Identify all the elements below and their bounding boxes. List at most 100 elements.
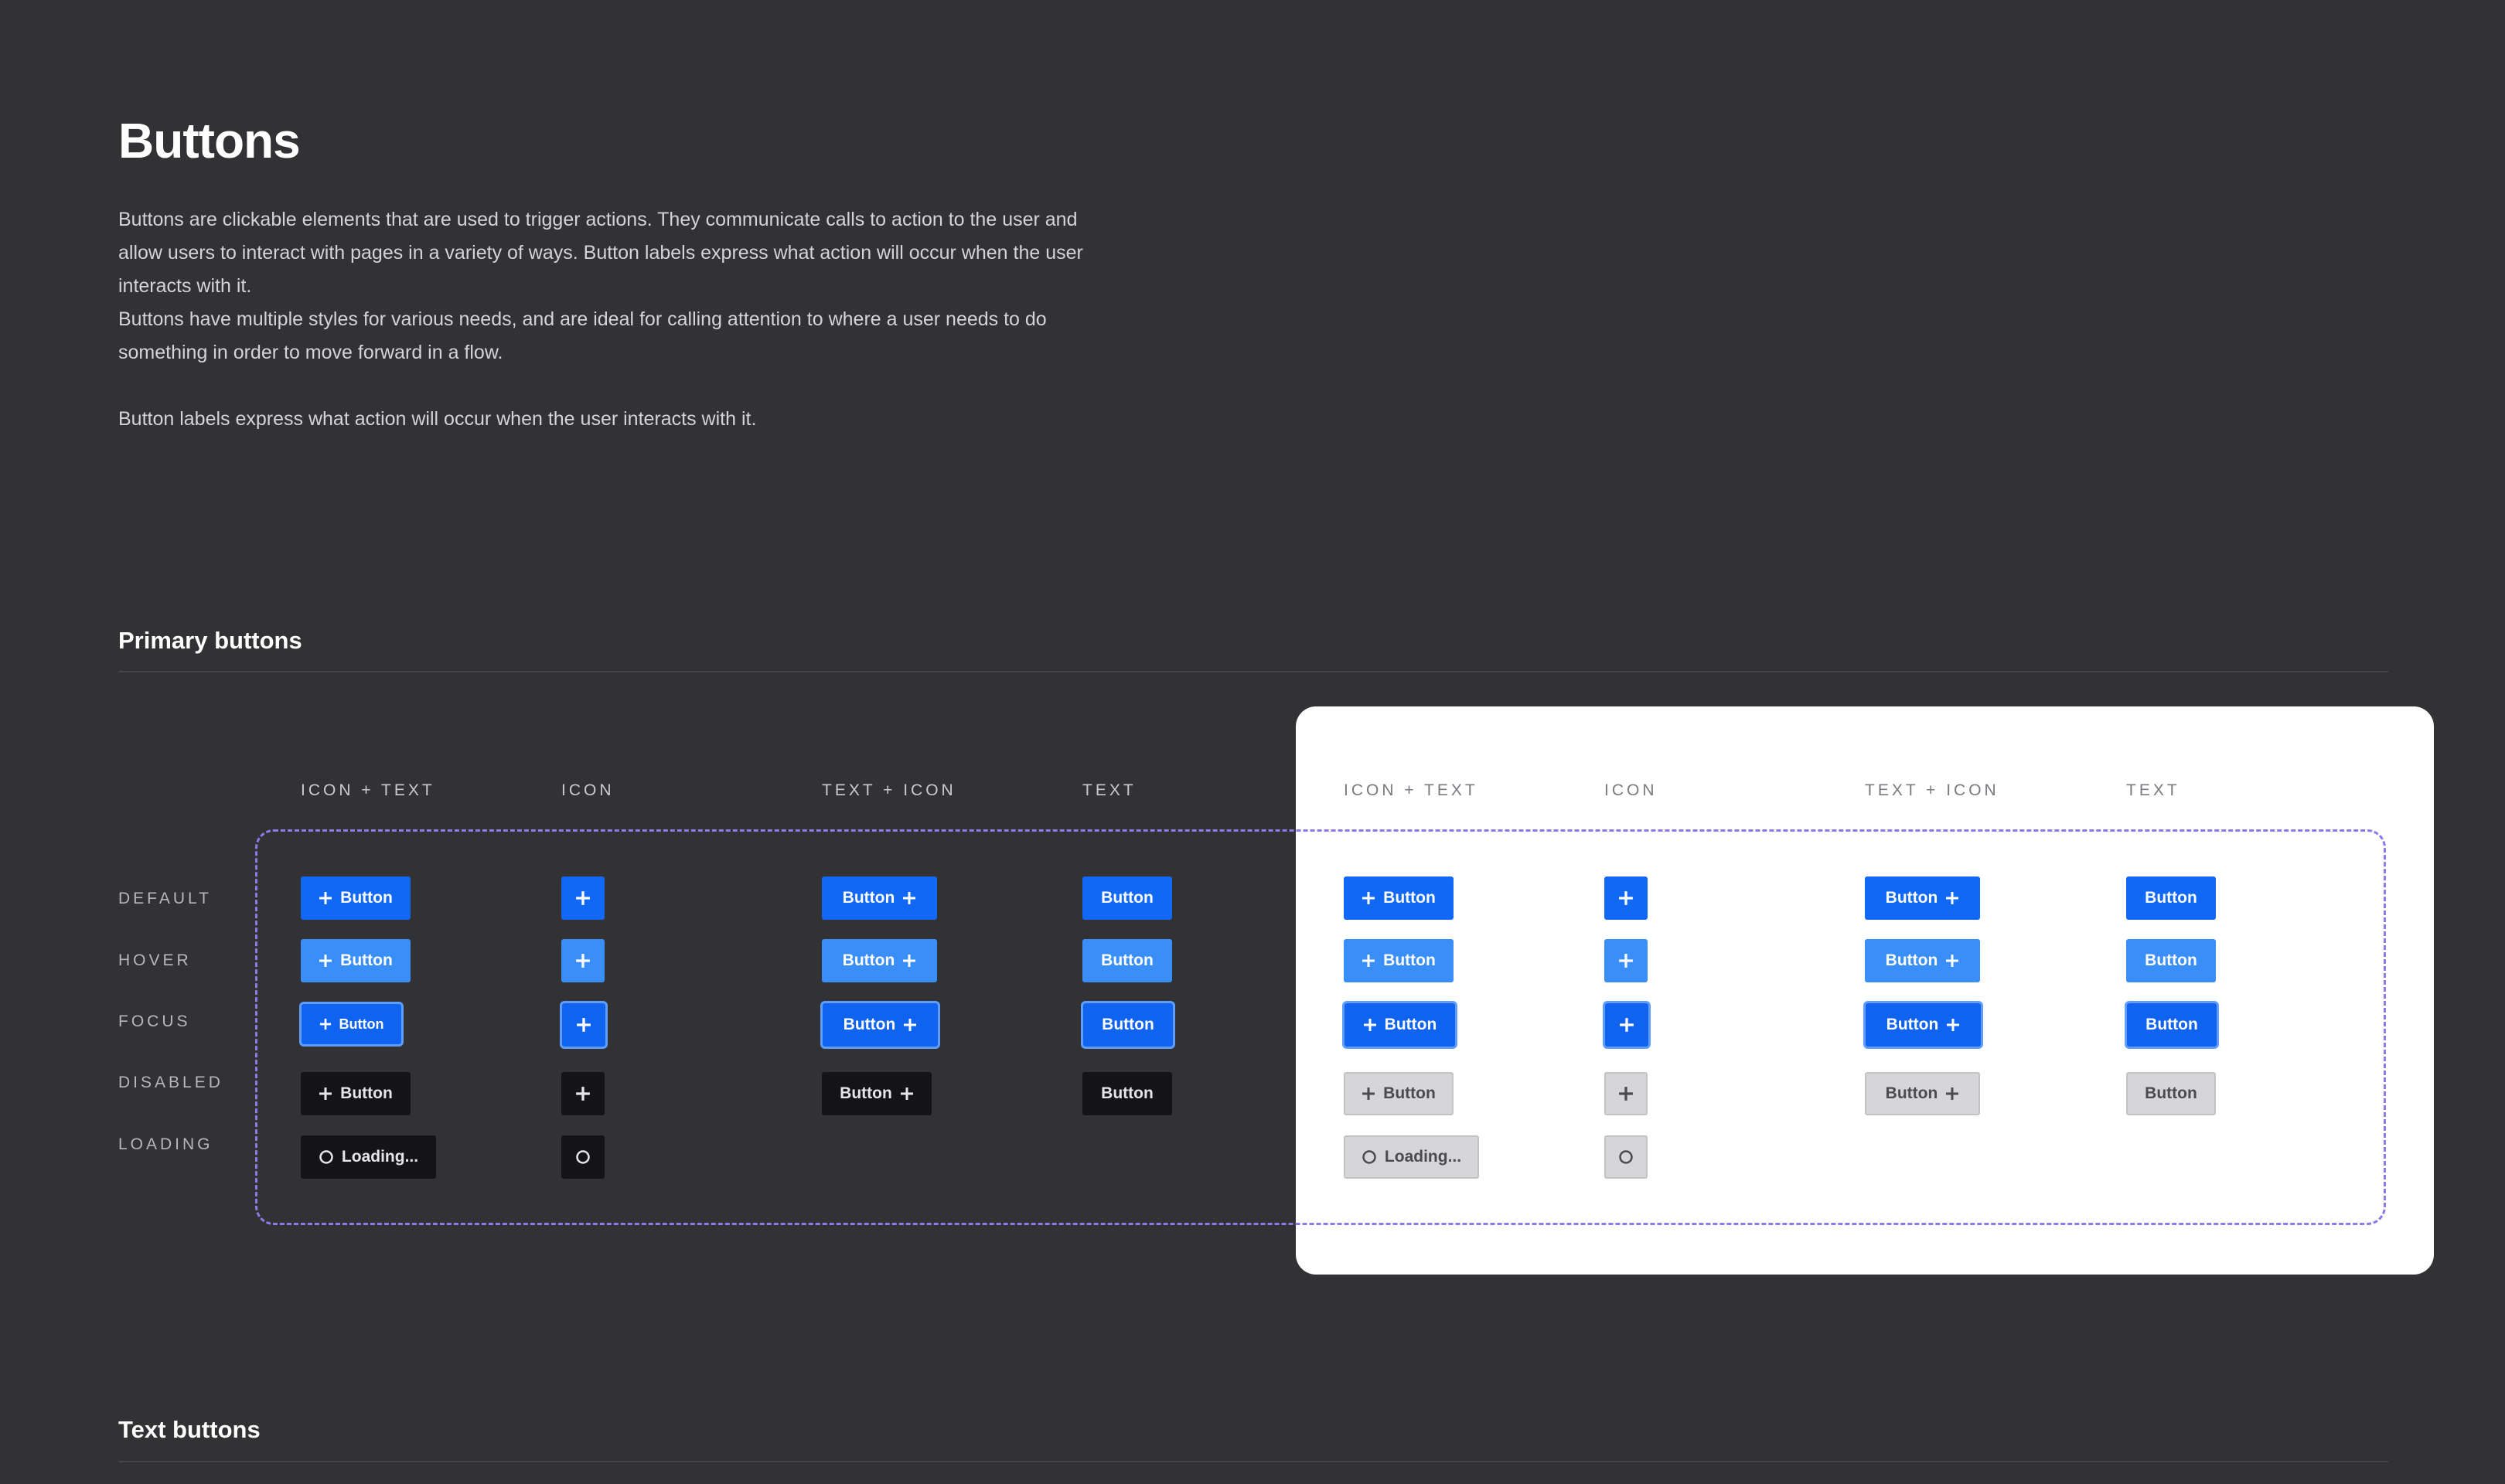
column-header: TEXT (1082, 781, 1137, 799)
row-label-loading: LOADING (118, 1135, 213, 1153)
button-label: Button (1886, 1016, 1939, 1033)
plus-icon (904, 1019, 917, 1031)
button-label: Button (1102, 1016, 1154, 1033)
button-label: Button (1383, 889, 1436, 907)
plus-icon (1362, 892, 1375, 904)
plus-icon (319, 1087, 332, 1100)
column-header: ICON + TEXT (1344, 781, 1478, 799)
button-label: Button (2145, 1016, 2198, 1033)
primary-button-text-focus[interactable]: Button (1083, 1003, 1173, 1047)
primary-button-text-hover[interactable]: Button (1082, 939, 1172, 982)
plus-icon (1363, 1019, 1376, 1031)
loading-spinner-icon (576, 1150, 590, 1164)
plus-icon (1946, 955, 1959, 967)
button-label: Loading... (341, 1148, 419, 1166)
plus-icon (1620, 1018, 1634, 1032)
primary-icon-button-disabled[interactable] (561, 1072, 605, 1115)
primary-icon-button-hover[interactable] (1604, 939, 1648, 982)
primary-button-text-icon-hover[interactable]: Button (1865, 939, 1980, 982)
plus-icon (1619, 954, 1633, 968)
primary-icon-button[interactable] (561, 876, 605, 920)
primary-button-text[interactable]: Button (1082, 876, 1172, 920)
primary-button-text-icon-hover[interactable]: Button (822, 939, 937, 982)
primary-icon-button-loading[interactable] (561, 1135, 605, 1179)
primary-button-text-focus[interactable]: Button (2127, 1003, 2217, 1047)
primary-button-text-icon-disabled[interactable]: Button (822, 1072, 932, 1115)
column-header: ICON (1604, 781, 1658, 799)
button-label: Button (340, 951, 393, 969)
button-label: Button (1101, 889, 1154, 907)
page-title: Buttons (118, 113, 301, 168)
button-label: Button (2145, 1084, 2197, 1102)
plus-icon (1362, 955, 1375, 967)
intro-paragraph: Button labels express what action will o… (118, 408, 757, 430)
primary-button-loading[interactable]: Loading... (1344, 1135, 1479, 1179)
primary-button-icon-text[interactable]: Button (1344, 876, 1454, 920)
button-label: Button (340, 1084, 393, 1102)
section-title-text-buttons: Text buttons (118, 1416, 261, 1443)
primary-icon-button-focus[interactable] (1605, 1003, 1648, 1047)
column-header: TEXT (2126, 781, 2180, 799)
intro-paragraph: Buttons are clickable elements that are … (118, 209, 1083, 297)
primary-button-text-disabled[interactable]: Button (2126, 1072, 2216, 1115)
column-header: TEXT + ICON (1865, 781, 1999, 799)
plus-icon (1946, 1087, 1959, 1100)
plus-icon (576, 891, 590, 905)
plus-icon (903, 892, 916, 904)
primary-icon-button-loading[interactable] (1604, 1135, 1648, 1179)
primary-button-icon-text-focus[interactable]: Button (302, 1004, 401, 1044)
plus-icon (1362, 1087, 1375, 1100)
primary-button-icon-text[interactable]: Button (301, 876, 411, 920)
column-header: TEXT + ICON (822, 781, 956, 799)
button-label: Button (840, 1084, 892, 1102)
plus-icon (576, 954, 590, 968)
primary-button-icon-text-disabled[interactable]: Button (1344, 1072, 1454, 1115)
primary-button-icon-text-focus[interactable]: Button (1345, 1003, 1455, 1047)
plus-icon (1947, 1019, 1960, 1031)
plus-icon (900, 1087, 913, 1100)
primary-button-text-icon-disabled[interactable]: Button (1865, 1072, 1980, 1115)
section-title-primary-buttons: Primary buttons (118, 627, 302, 654)
primary-icon-button-hover[interactable] (561, 939, 605, 982)
button-label: Button (339, 1016, 384, 1032)
column-header: ICON (561, 781, 615, 799)
loading-spinner-icon (1619, 1150, 1633, 1164)
plus-icon (319, 892, 332, 904)
loading-spinner-icon (1362, 1150, 1376, 1164)
section-divider (118, 1461, 2388, 1462)
button-label: Button (1383, 951, 1436, 969)
button-label: Button (2145, 889, 2197, 907)
primary-button-icon-text-hover[interactable]: Button (301, 939, 411, 982)
button-label: Button (2145, 951, 2197, 969)
primary-button-text-icon-focus[interactable]: Button (1866, 1003, 1981, 1047)
intro-paragraph: Buttons have multiple styles for various… (118, 308, 1047, 363)
primary-button-text-disabled[interactable]: Button (1082, 1072, 1172, 1115)
column-header: ICON + TEXT (301, 781, 435, 799)
row-label-disabled: DISABLED (118, 1074, 223, 1091)
primary-button-icon-text-hover[interactable]: Button (1344, 939, 1454, 982)
button-label: Button (1101, 1084, 1154, 1102)
primary-icon-button[interactable] (1604, 876, 1648, 920)
primary-button-text-icon[interactable]: Button (822, 876, 937, 920)
primary-button-icon-text-disabled[interactable]: Button (301, 1072, 411, 1115)
primary-icon-button-focus[interactable] (562, 1003, 605, 1047)
primary-button-text-icon[interactable]: Button (1865, 876, 1980, 920)
loading-spinner-icon (319, 1150, 333, 1164)
button-label: Button (1885, 889, 1938, 907)
row-label-default: DEFAULT (118, 890, 212, 907)
plus-icon (903, 955, 916, 967)
primary-button-text[interactable]: Button (2126, 876, 2216, 920)
primary-button-text-hover[interactable]: Button (2126, 939, 2216, 982)
button-label: Button (842, 889, 895, 907)
plus-icon (1946, 892, 1959, 904)
button-label: Button (1384, 1016, 1437, 1033)
primary-button-loading[interactable]: Loading... (301, 1135, 436, 1179)
intro-text: Buttons are clickable elements that are … (118, 203, 1092, 436)
plus-icon (1619, 1087, 1633, 1101)
primary-button-text-icon-focus[interactable]: Button (823, 1003, 938, 1047)
primary-icon-button-disabled[interactable] (1604, 1072, 1648, 1115)
button-label: Button (1885, 951, 1938, 969)
plus-icon (319, 1018, 331, 1030)
button-label: Button (1885, 1084, 1938, 1102)
button-label: Button (340, 889, 393, 907)
